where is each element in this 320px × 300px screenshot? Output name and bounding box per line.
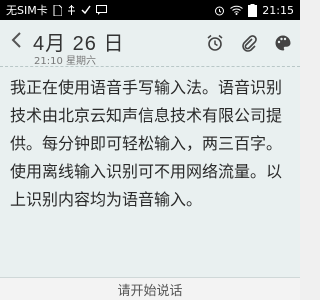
note-card: 4月 26 日 21:10 星期六 我正在使用语音手写输入法。语音识别技术由北京… xyxy=(0,20,300,278)
status-bar-right: 21:15 xyxy=(214,3,294,17)
voice-input-bar[interactable]: 请开始说话 xyxy=(0,278,300,300)
status-bar-left: 无SIM卡 xyxy=(6,2,107,18)
check-icon xyxy=(81,5,91,15)
chevron-left-icon xyxy=(11,32,21,52)
battery-icon xyxy=(248,3,258,17)
note-header: 4月 26 日 21:10 星期六 xyxy=(0,20,300,67)
palette-icon[interactable] xyxy=(272,32,294,54)
message-icon xyxy=(95,5,107,15)
wifi-icon xyxy=(230,5,244,15)
status-bar: 无SIM卡 21:15 xyxy=(0,0,300,20)
note-actions xyxy=(204,32,294,54)
carrier-label: 无SIM卡 xyxy=(6,4,48,17)
note-subtitle: 21:10 星期六 xyxy=(34,56,96,67)
alarm-icon xyxy=(214,5,225,16)
voice-prompt-label: 请开始说话 xyxy=(117,283,183,299)
clock-label: 21:15 xyxy=(262,3,294,17)
note-body-text[interactable]: 我正在使用语音手写输入法。语音识别技术由北京云知声信息技术有限公司提供。每分钟即… xyxy=(10,74,292,214)
sim-card-icon xyxy=(53,4,62,16)
usb-icon xyxy=(67,4,76,16)
back-button[interactable] xyxy=(6,30,26,54)
paperclip-icon[interactable] xyxy=(238,32,260,54)
alarm-clock-icon[interactable] xyxy=(204,32,226,54)
